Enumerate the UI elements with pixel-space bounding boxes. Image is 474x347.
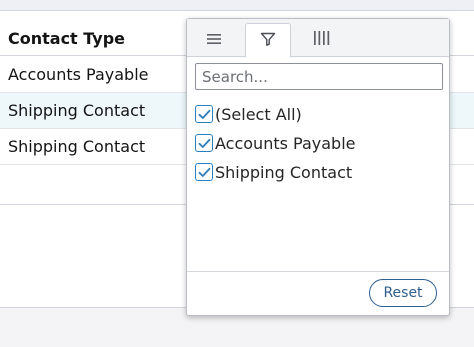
menu-icon <box>206 31 222 50</box>
table-cell-contact-type: Shipping Contact <box>8 137 146 156</box>
tab-general-menu[interactable] <box>191 23 237 57</box>
checkbox-checked[interactable] <box>195 105 213 123</box>
popup-tab-bar <box>187 19 449 58</box>
toolbar-strip <box>0 0 474 10</box>
table-cell-contact-type: Accounts Payable <box>8 65 149 84</box>
column-filter-popup: (Select All) Accounts Payable Shipping C… <box>186 18 450 316</box>
app-window: Contact Type Accounts Payable Shipping C… <box>0 0 474 347</box>
checkbox-checked[interactable] <box>195 163 213 181</box>
filter-option-shipping-contact[interactable]: Shipping Contact <box>195 161 435 183</box>
columns-icon <box>313 30 331 50</box>
tab-filter[interactable] <box>245 23 291 58</box>
checkmark-icon <box>198 109 210 119</box>
popup-footer-divider <box>187 271 449 272</box>
checkbox-checked[interactable] <box>195 134 213 152</box>
table-cell-contact-type: Shipping Contact <box>8 101 146 120</box>
checkmark-icon <box>198 138 210 148</box>
filter-icon <box>260 31 276 51</box>
checkmark-icon <box>198 167 210 177</box>
filter-option-select-all[interactable]: (Select All) <box>195 103 435 125</box>
filter-option-label: Shipping Contact <box>215 162 353 182</box>
filter-search-input[interactable] <box>195 63 443 90</box>
filter-option-accounts-payable[interactable]: Accounts Payable <box>195 132 435 154</box>
filter-option-label: (Select All) <box>215 104 302 124</box>
filter-option-label: Accounts Payable <box>215 133 356 153</box>
column-header-contact-type[interactable]: Contact Type <box>8 29 125 48</box>
tab-columns[interactable] <box>299 23 345 57</box>
reset-button[interactable]: Reset <box>369 279 437 307</box>
